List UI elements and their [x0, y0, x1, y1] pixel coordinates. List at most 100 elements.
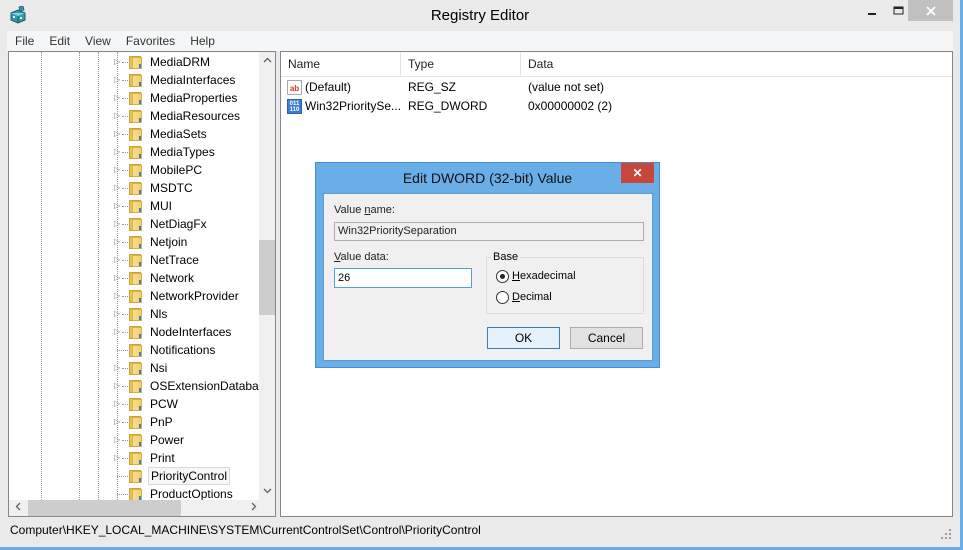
list-row-win32priorityseparation[interactable]: 011 110 Win32PrioritySe... REG_DWORD 0x0…: [281, 97, 952, 116]
maximize-icon: [893, 6, 904, 14]
tree-item[interactable]: ▷ NodeInterfaces: [9, 323, 259, 341]
ok-button[interactable]: OK: [487, 327, 560, 349]
value-data-input[interactable]: [334, 268, 472, 288]
expand-arrow-icon[interactable]: ▷: [114, 57, 122, 67]
menu-view[interactable]: View: [77, 34, 118, 48]
minimize-icon: [868, 12, 876, 15]
tree-horizontal-scroll-thumb[interactable]: [28, 500, 181, 516]
cancel-button[interactable]: Cancel: [570, 327, 643, 349]
tree-item[interactable]: ▷ PCW: [9, 395, 259, 413]
folder-icon: [127, 127, 143, 141]
list-row-default[interactable]: ab (Default) REG_SZ (value not set): [281, 78, 952, 97]
expand-arrow-icon[interactable]: ▷: [114, 291, 122, 301]
tree-item[interactable]: ▷ OSExtensionDatabase: [9, 377, 271, 395]
expand-arrow-icon[interactable]: ▷: [114, 237, 122, 247]
tree-item[interactable]: ▷ MediaSets: [9, 125, 259, 143]
minimize-button[interactable]: [858, 0, 886, 21]
tree-item-label: MediaTypes: [150, 145, 215, 159]
scroll-down-icon[interactable]: [259, 483, 275, 500]
tree-item[interactable]: ▷ MediaDRM: [9, 53, 259, 71]
tree-item[interactable]: ▷ PnP: [9, 413, 259, 431]
registry-key-tree[interactable]: ▷ MediaDRM ▷ MediaInterfaces ▷ MediaPropertie…: [8, 51, 276, 517]
tree-item[interactable]: ▷ MediaInterfaces: [9, 71, 259, 89]
column-header-data[interactable]: Data: [521, 52, 711, 76]
expand-arrow-icon[interactable]: ▷: [114, 183, 122, 193]
expand-arrow-icon[interactable]: ▷: [114, 219, 122, 229]
tree-horizontal-scrollbar[interactable]: [9, 500, 259, 516]
menu-edit[interactable]: Edit: [41, 34, 77, 48]
tree-item-label: OSExtensionDatabase: [150, 379, 272, 393]
expand-arrow-icon[interactable]: ▷: [114, 201, 122, 211]
expand-arrow-icon[interactable]: ▷: [114, 453, 122, 463]
folder-icon: [127, 271, 143, 285]
tree-item[interactable]: ▷ NetworkProvider: [9, 287, 259, 305]
tree-item-label: MediaInterfaces: [150, 73, 236, 87]
tree-item[interactable]: ▷ MediaProperties: [9, 89, 259, 107]
expand-arrow-icon[interactable]: ▷: [114, 381, 122, 391]
tree-vertical-scroll-thumb[interactable]: [259, 240, 275, 315]
tree-item[interactable]: ▷ Network: [9, 269, 259, 287]
scroll-left-icon[interactable]: [9, 500, 26, 516]
tree-item-label: NetworkProvider: [150, 289, 239, 303]
radio-button-checked[interactable]: [496, 269, 509, 283]
expand-arrow-icon[interactable]: ▷: [114, 75, 122, 85]
expand-arrow-icon[interactable]: ▷: [114, 255, 122, 265]
expand-arrow-icon[interactable]: ▷: [114, 435, 122, 445]
expand-arrow-icon[interactable]: ▷: [114, 129, 122, 139]
expand-arrow-icon[interactable]: ▷: [114, 93, 122, 103]
folder-icon: [127, 145, 143, 159]
expand-arrow-icon[interactable]: ▷: [114, 111, 122, 121]
expand-arrow-icon[interactable]: ▷: [114, 363, 122, 373]
value-name: (Default): [305, 80, 352, 94]
tree-item[interactable]: ▷ MSDTC: [9, 179, 259, 197]
radio-decimal[interactable]: Decimal: [496, 289, 552, 305]
radio-button-unchecked[interactable]: [496, 290, 509, 304]
column-header-type[interactable]: Type: [401, 52, 521, 76]
expand-arrow-icon[interactable]: ▷: [114, 417, 122, 427]
menu-bar: File Edit View Favorites Help: [7, 31, 953, 51]
scroll-up-icon[interactable]: [259, 52, 275, 69]
tree-item-label: MUI: [150, 199, 172, 213]
radio-hexadecimal[interactable]: Hexadecimal: [496, 268, 576, 284]
list-header: Name Type Data: [281, 52, 952, 77]
column-header-name[interactable]: Name: [281, 52, 401, 76]
folder-icon: [127, 325, 143, 339]
tree-item[interactable]: ▷ NetDiagFx: [9, 215, 259, 233]
resize-grip-icon[interactable]: [941, 529, 951, 539]
tree-item-label: MediaProperties: [150, 91, 238, 105]
expand-arrow-icon[interactable]: ▷: [114, 399, 122, 409]
folder-icon: [127, 451, 143, 465]
folder-icon: [127, 307, 143, 321]
tree-item[interactable]: PriorityControl: [9, 467, 259, 485]
tree-item[interactable]: ▷ MUI: [9, 197, 259, 215]
tree-item[interactable]: ▷ MediaTypes: [9, 143, 259, 161]
string-value-icon: ab: [287, 80, 302, 95]
tree-item[interactable]: ▷ MobilePC: [9, 161, 259, 179]
tree-vertical-scrollbar[interactable]: [259, 52, 275, 500]
tree-item[interactable]: ▷ MediaResources: [9, 107, 259, 125]
menu-favorites[interactable]: Favorites: [118, 34, 182, 48]
expand-arrow-icon[interactable]: ▷: [114, 165, 122, 175]
value-name-field: Win32PrioritySeparation: [334, 222, 644, 241]
menu-file[interactable]: File: [7, 34, 41, 48]
tree-item[interactable]: ▷ Nsi: [9, 359, 259, 377]
tree-item-label: Print: [150, 451, 175, 465]
tree-item-label: Netjoin: [150, 235, 188, 249]
expand-arrow-icon[interactable]: ▷: [114, 147, 122, 157]
folder-icon: [127, 217, 143, 231]
tree-item[interactable]: ▷ NetTrace: [9, 251, 259, 269]
expand-arrow-icon[interactable]: ▷: [114, 327, 122, 337]
tree-item[interactable]: ▷ Nls: [9, 305, 259, 323]
expand-arrow-icon[interactable]: ▷: [114, 309, 122, 319]
tree-item[interactable]: Notifications: [9, 341, 259, 359]
tree-item[interactable]: ▷ Netjoin: [9, 233, 259, 251]
menu-help[interactable]: Help: [182, 34, 222, 48]
dialog-close-button[interactable]: ✕: [621, 163, 654, 183]
tree-item-label: MSDTC: [150, 181, 193, 195]
tree-item[interactable]: ▷ Power: [9, 431, 259, 449]
expand-arrow-icon[interactable]: ▷: [114, 273, 122, 283]
close-button[interactable]: [908, 0, 953, 21]
scrollbar-corner: [259, 500, 275, 516]
tree-item[interactable]: ▷ Print: [9, 449, 259, 467]
dialog-title: Edit DWORD (32-bit) Value: [402, 170, 573, 186]
